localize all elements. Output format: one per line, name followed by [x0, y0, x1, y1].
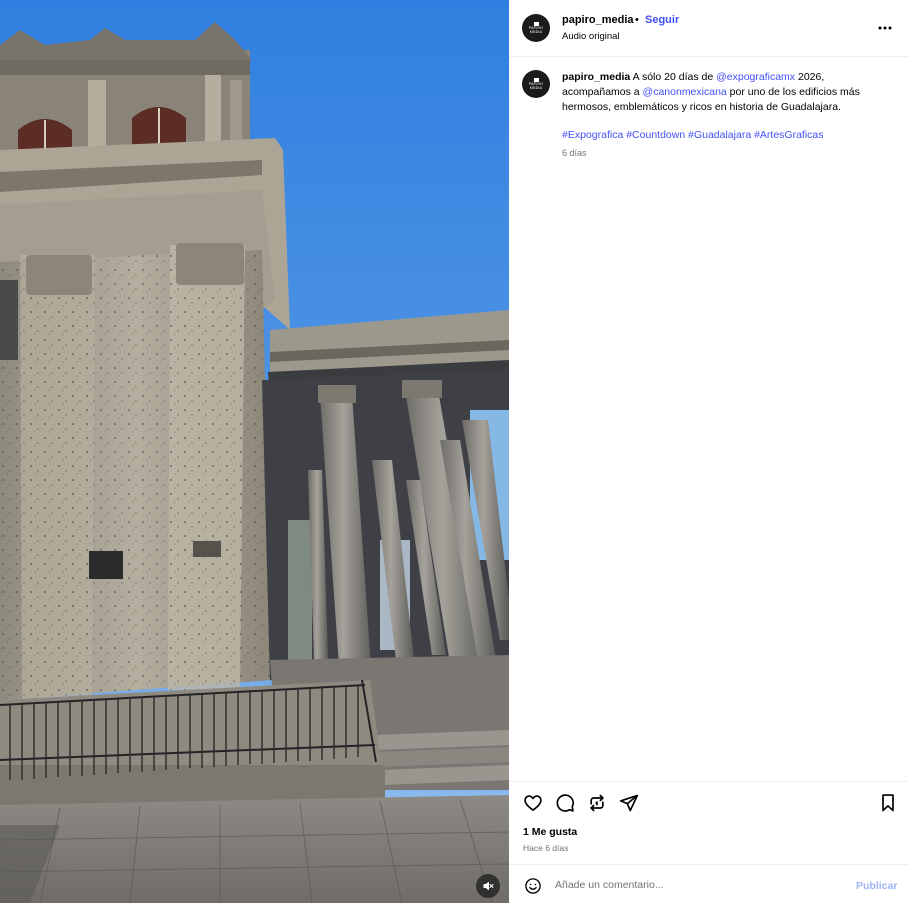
hashtag-link[interactable]: #Guadalajara — [688, 129, 751, 141]
emoji-icon — [525, 878, 541, 894]
caption-time[interactable]: 6 días — [562, 148, 587, 158]
post-username[interactable]: papiro_media — [562, 14, 634, 26]
action-bar: 1 Me gusta Hace 6 días — [509, 781, 908, 864]
building-photo — [0, 0, 509, 903]
mention-link[interactable]: @canonmexicana — [643, 86, 727, 98]
comment-button[interactable] — [554, 792, 576, 814]
caption-hashtags: #Expografica #Countdown #Guadalajara #Ar… — [562, 128, 892, 143]
avatar-logo: PAPIRO MEDIA — [522, 21, 550, 34]
comment-bar: Publicar — [509, 864, 908, 903]
avatar-logo: PAPIRO MEDIA — [522, 77, 550, 90]
avatar[interactable]: PAPIRO MEDIA — [522, 70, 550, 98]
follow-button[interactable]: Seguir — [645, 14, 679, 26]
avatar[interactable]: PAPIRO MEDIA — [522, 14, 550, 42]
mute-button[interactable] — [476, 874, 500, 898]
caption-username[interactable]: papiro_media — [562, 71, 630, 83]
share-icon — [590, 794, 604, 812]
hashtag-link[interactable]: #ArtesGraficas — [754, 129, 823, 141]
likes-count[interactable]: 1 Me gusta — [523, 826, 577, 838]
send-icon — [619, 794, 639, 812]
caption-text-part: A sólo 20 días de — [630, 71, 717, 83]
emoji-button[interactable] — [523, 876, 543, 896]
comment-input[interactable] — [555, 874, 845, 896]
volume-muted-icon — [483, 882, 494, 890]
more-options-button[interactable] — [875, 18, 895, 38]
post-timestamp[interactable]: Hace 6 días — [523, 843, 568, 853]
comment-icon — [556, 794, 574, 812]
post-media[interactable] — [0, 0, 509, 903]
hashtag-link[interactable]: #Expografica — [562, 129, 623, 141]
separator-dot: • — [635, 14, 639, 26]
caption-text: papiro_media A sólo 20 días de @expograf… — [562, 70, 892, 115]
bookmark-icon — [882, 794, 894, 812]
post-side-panel: PAPIRO MEDIA papiro_media • Seguir Audio… — [509, 0, 908, 903]
repost-button[interactable] — [586, 792, 608, 814]
audio-label[interactable]: Audio original — [562, 31, 620, 42]
like-button[interactable] — [522, 792, 544, 814]
hashtag-link[interactable]: #Countdown — [626, 129, 685, 141]
post-header: PAPIRO MEDIA papiro_media • Seguir Audio… — [509, 0, 908, 57]
heart-icon — [524, 795, 542, 811]
more-horizontal-icon — [878, 26, 892, 30]
mention-link[interactable]: @expograficamx — [716, 71, 795, 83]
send-button[interactable] — [618, 792, 640, 814]
save-button[interactable] — [877, 792, 899, 814]
publish-button[interactable]: Publicar — [856, 880, 897, 892]
